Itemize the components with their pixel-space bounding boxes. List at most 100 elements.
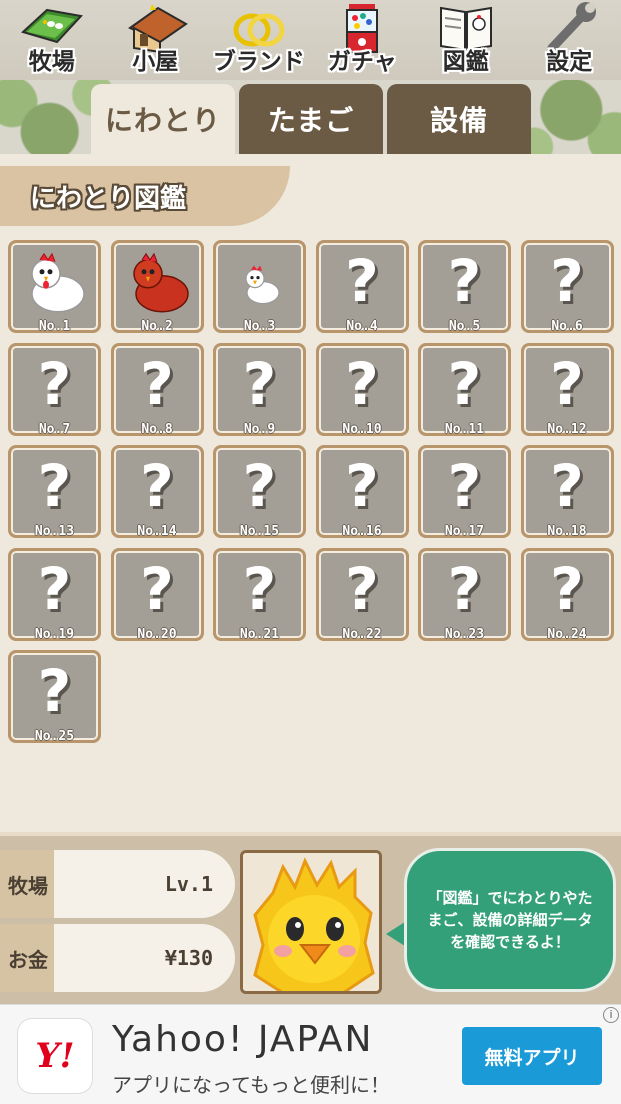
card-number: No.25 bbox=[34, 729, 75, 744]
chicken-card[interactable]: ? No.15 bbox=[213, 445, 306, 539]
card-number: No.22 bbox=[342, 626, 382, 642]
card-number: No.19 bbox=[34, 626, 75, 642]
chicken-card[interactable]: ? No.19 bbox=[8, 547, 101, 642]
card-number: No.20 bbox=[137, 626, 177, 642]
unknown-question-mark: ? bbox=[140, 452, 174, 520]
chicken-card[interactable]: ? No.6 bbox=[520, 240, 614, 334]
section-header: にわとり図鑑 bbox=[0, 166, 290, 226]
white-chicken-icon bbox=[30, 252, 85, 313]
chicken-card[interactable]: ? No.4 bbox=[315, 240, 409, 334]
card-number: No.7 bbox=[38, 421, 71, 437]
chicken-card[interactable]: ? No.16 bbox=[315, 445, 409, 539]
chicken-card[interactable]: No.1 bbox=[8, 240, 101, 334]
chicken-card[interactable]: ? No.22 bbox=[315, 547, 409, 642]
nav-farm[interactable]: 牧場 bbox=[0, 0, 104, 80]
card-number: No.18 bbox=[547, 524, 587, 539]
card-number: No.4 bbox=[346, 319, 378, 334]
unknown-question-mark: ? bbox=[550, 247, 584, 315]
card-number: No.14 bbox=[137, 524, 177, 539]
chicken-card[interactable]: ? No.23 bbox=[418, 547, 511, 642]
chicken-card[interactable]: ? No.17 bbox=[418, 445, 511, 539]
nav-gacha[interactable]: ガチャ bbox=[311, 0, 415, 80]
nav-label: 設定 bbox=[546, 49, 593, 75]
yahoo-logo-icon: Y! bbox=[18, 1019, 92, 1093]
chicken-card[interactable]: No.2 bbox=[110, 240, 204, 334]
chick-mascot-icon bbox=[243, 853, 379, 991]
hint-text: 「図鑑」でにわとりやたまご、設備の詳細データを確認できるよ！ bbox=[427, 889, 593, 951]
chicken-card[interactable]: ? No.12 bbox=[520, 342, 614, 437]
unknown-question-mark: ? bbox=[242, 554, 277, 623]
chick-mascot[interactable] bbox=[240, 850, 382, 994]
status-panel: 牧場 Lv.1 お金 ¥130 「図鑑」でにわとりやたまご、設備の詳細データを確… bbox=[0, 832, 621, 1004]
farm-level-value: Lv.1 bbox=[54, 850, 235, 918]
ad-title: Yahoo! JAPAN bbox=[112, 1019, 374, 1060]
unknown-question-mark: ? bbox=[345, 554, 379, 623]
card-number: No.3 bbox=[243, 319, 276, 334]
tab-chicken[interactable]: にわとり bbox=[91, 84, 235, 154]
unknown-question-mark: ? bbox=[550, 554, 584, 623]
chicken-card[interactable]: ? No.14 bbox=[110, 445, 204, 539]
ad-info-icon[interactable]: i bbox=[603, 1007, 619, 1023]
farm-label: 牧場 bbox=[0, 850, 56, 918]
card-number: No.10 bbox=[342, 421, 382, 437]
card-number: No.17 bbox=[444, 524, 485, 539]
farm-level-row: 牧場 Lv.1 bbox=[0, 850, 235, 918]
card-number: No.15 bbox=[239, 524, 280, 539]
nav-label: ブランド bbox=[212, 49, 305, 75]
unknown-question-mark: ? bbox=[242, 452, 277, 520]
unknown-question-mark: ? bbox=[242, 349, 277, 418]
card-number: No.6 bbox=[551, 319, 583, 334]
ad-subtitle: アプリになってもっと便利に！ bbox=[112, 1073, 390, 1097]
card-number: No.21 bbox=[239, 626, 280, 642]
unknown-question-mark: ? bbox=[345, 349, 379, 418]
chicken-card[interactable]: ? No.7 bbox=[8, 342, 101, 437]
chicken-card[interactable]: ? No.9 bbox=[213, 342, 306, 437]
chicken-card[interactable]: No.3 bbox=[213, 240, 306, 334]
unknown-question-mark: ? bbox=[447, 349, 482, 418]
chicken-card[interactable]: ? No.10 bbox=[315, 342, 409, 437]
chicken-card[interactable]: ? No.5 bbox=[418, 240, 511, 334]
unknown-question-mark: ? bbox=[447, 247, 482, 315]
card-number: No.1 bbox=[38, 319, 71, 334]
nav-brand[interactable]: ブランド bbox=[207, 0, 311, 80]
unknown-question-mark: ? bbox=[447, 554, 482, 623]
unknown-question-mark: ? bbox=[345, 452, 379, 520]
unknown-question-mark: ? bbox=[37, 657, 72, 725]
card-number: No.13 bbox=[34, 524, 75, 539]
ad-banner[interactable]: Y! Yahoo! JAPAN アプリになってもっと便利に！ 無料アプリ i bbox=[0, 1004, 621, 1104]
chicken-card[interactable]: ? No.25 bbox=[8, 650, 101, 744]
money-label: お金 bbox=[0, 924, 56, 992]
chicken-card[interactable]: ? No.20 bbox=[110, 547, 204, 642]
chicken-card[interactable]: ? No.8 bbox=[110, 342, 204, 437]
speech-bubble: 「図鑑」でにわとりやたまご、設備の詳細データを確認できるよ！ bbox=[404, 848, 616, 992]
nav-house[interactable]: 小屋 bbox=[104, 0, 208, 80]
nav-label: ガチャ bbox=[327, 49, 397, 75]
card-number: No.8 bbox=[141, 421, 173, 437]
unknown-question-mark: ? bbox=[37, 554, 72, 623]
ad-install-button[interactable]: 無料アプリ bbox=[462, 1027, 602, 1085]
unknown-question-mark: ? bbox=[140, 349, 174, 418]
money-value: ¥130 bbox=[54, 924, 235, 992]
red-chicken-icon bbox=[133, 252, 189, 313]
encyclopedia-content: にわとり図鑑 No.1 No.2 No.3? No.4? No.5? No.6? No.7?… bbox=[0, 154, 621, 832]
chicken-card[interactable]: ? No.18 bbox=[520, 445, 614, 539]
section-title: にわとり図鑑 bbox=[30, 184, 187, 214]
chicken-card[interactable]: ? No.24 bbox=[520, 547, 614, 642]
card-number: No.23 bbox=[444, 626, 485, 642]
nav-settings[interactable]: 設定 bbox=[518, 0, 621, 80]
nav-book[interactable]: 図鑑 bbox=[414, 0, 518, 80]
unknown-question-mark: ? bbox=[140, 554, 174, 623]
nav-label: 小屋 bbox=[132, 49, 179, 75]
chicken-card[interactable]: ? No.11 bbox=[418, 342, 511, 437]
tab-egg[interactable]: たまご bbox=[239, 84, 383, 154]
chicken-card[interactable]: ? No.21 bbox=[213, 547, 306, 642]
category-tabs: にわとり たまご 設備 bbox=[91, 84, 531, 154]
tab-equipment[interactable]: 設備 bbox=[387, 84, 531, 154]
unknown-question-mark: ? bbox=[37, 452, 72, 520]
card-number: No.5 bbox=[448, 319, 481, 334]
unknown-question-mark: ? bbox=[447, 452, 482, 520]
unknown-question-mark: ? bbox=[345, 247, 379, 315]
card-number: No.2 bbox=[141, 319, 173, 334]
chicken-card[interactable]: ? No.13 bbox=[8, 445, 101, 539]
nav-label: 図鑑 bbox=[442, 49, 489, 75]
